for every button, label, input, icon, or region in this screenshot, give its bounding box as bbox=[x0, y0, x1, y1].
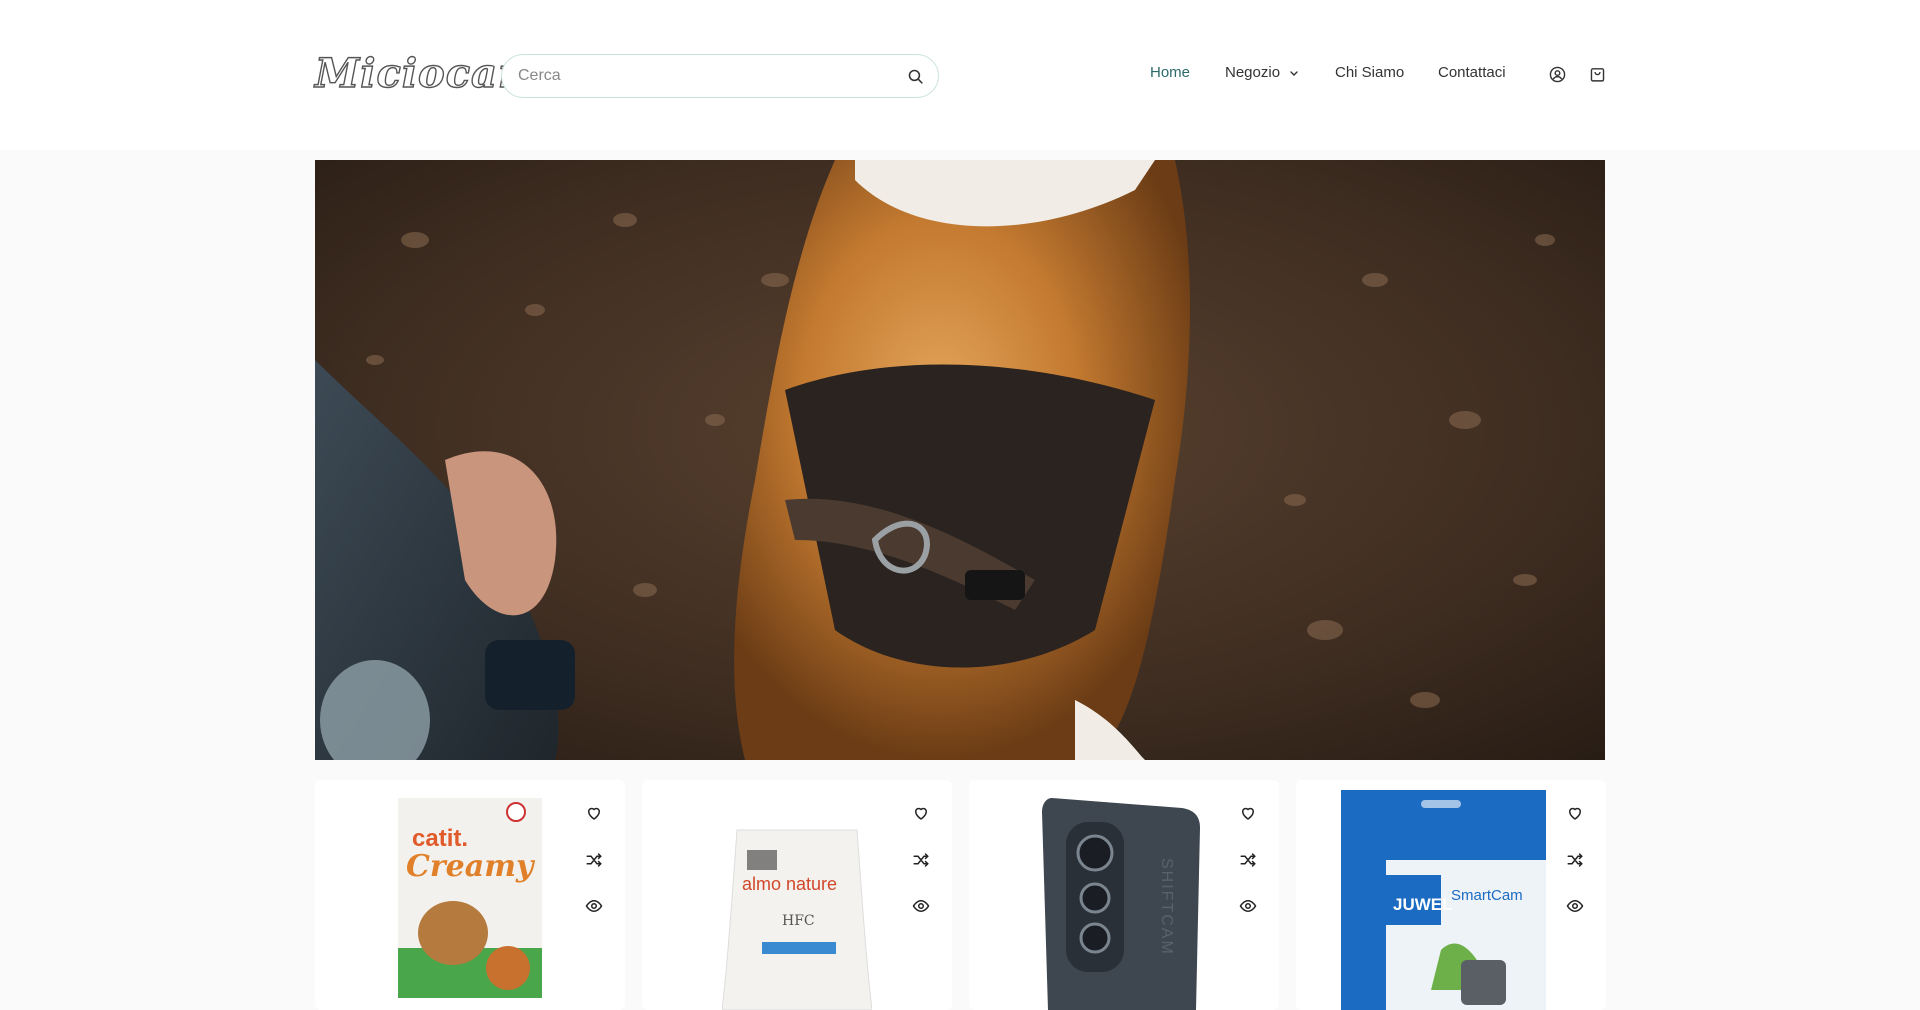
hero-banner bbox=[315, 160, 1605, 760]
nav-contattaci[interactable]: Contattaci bbox=[1438, 64, 1506, 81]
compare-icon[interactable] bbox=[912, 851, 930, 869]
cart-icon[interactable] bbox=[1589, 66, 1606, 83]
wishlist-icon[interactable] bbox=[1239, 804, 1257, 822]
product-card[interactable]: catit. Creamy bbox=[315, 780, 625, 1010]
wishlist-icon[interactable] bbox=[585, 804, 603, 822]
svg-text:Creamy: Creamy bbox=[406, 849, 536, 884]
wishlist-icon[interactable] bbox=[1566, 804, 1584, 822]
account-icon[interactable] bbox=[1549, 66, 1566, 83]
compare-icon[interactable] bbox=[1566, 851, 1584, 869]
wishlist-icon[interactable] bbox=[912, 804, 930, 822]
logo[interactable]: Miciocam bbox=[314, 48, 541, 100]
nav-chi-siamo[interactable]: Chi Siamo bbox=[1335, 64, 1404, 81]
quick-view-icon[interactable] bbox=[912, 897, 930, 915]
site-header: Miciocam Home Negozio Chi Siamo Contatta… bbox=[0, 0, 1920, 150]
juwel-smartcam-box[interactable]: JUWEL SmartCam bbox=[1341, 790, 1555, 1010]
almo-nature-bag[interactable]: almo nature HFC bbox=[722, 820, 872, 1010]
catit-creamy-pack[interactable]: catit. Creamy bbox=[398, 798, 542, 998]
product-card[interactable]: SHIFTCAM bbox=[969, 780, 1279, 1010]
svg-text:JUWEL: JUWEL bbox=[1393, 895, 1453, 914]
compare-icon[interactable] bbox=[585, 851, 603, 869]
dog-harness-photo bbox=[315, 160, 1605, 760]
product-card[interactable]: JUWEL SmartCam bbox=[1296, 780, 1606, 1010]
quick-view-icon[interactable] bbox=[1566, 897, 1584, 915]
quick-view-icon[interactable] bbox=[1239, 897, 1257, 915]
nav-home[interactable]: Home bbox=[1150, 64, 1190, 81]
shiftcam-phone-case[interactable]: SHIFTCAM bbox=[1042, 798, 1206, 1010]
search-input[interactable] bbox=[518, 55, 898, 97]
svg-text:almo nature: almo nature bbox=[742, 874, 837, 894]
product-card[interactable]: almo nature HFC bbox=[642, 780, 952, 1010]
compare-icon[interactable] bbox=[1239, 851, 1257, 869]
quick-view-icon[interactable] bbox=[585, 897, 603, 915]
svg-text:SmartCam: SmartCam bbox=[1451, 887, 1523, 904]
chevron-down-icon[interactable] bbox=[1289, 70, 1299, 78]
nav-negozio[interactable]: Negozio bbox=[1225, 64, 1280, 81]
svg-text:catit.: catit. bbox=[412, 825, 468, 852]
svg-text:HFC: HFC bbox=[782, 913, 815, 929]
search-icon[interactable] bbox=[907, 68, 924, 85]
svg-text:SHIFTCAM: SHIFTCAM bbox=[1158, 858, 1175, 956]
search-box bbox=[501, 54, 939, 98]
